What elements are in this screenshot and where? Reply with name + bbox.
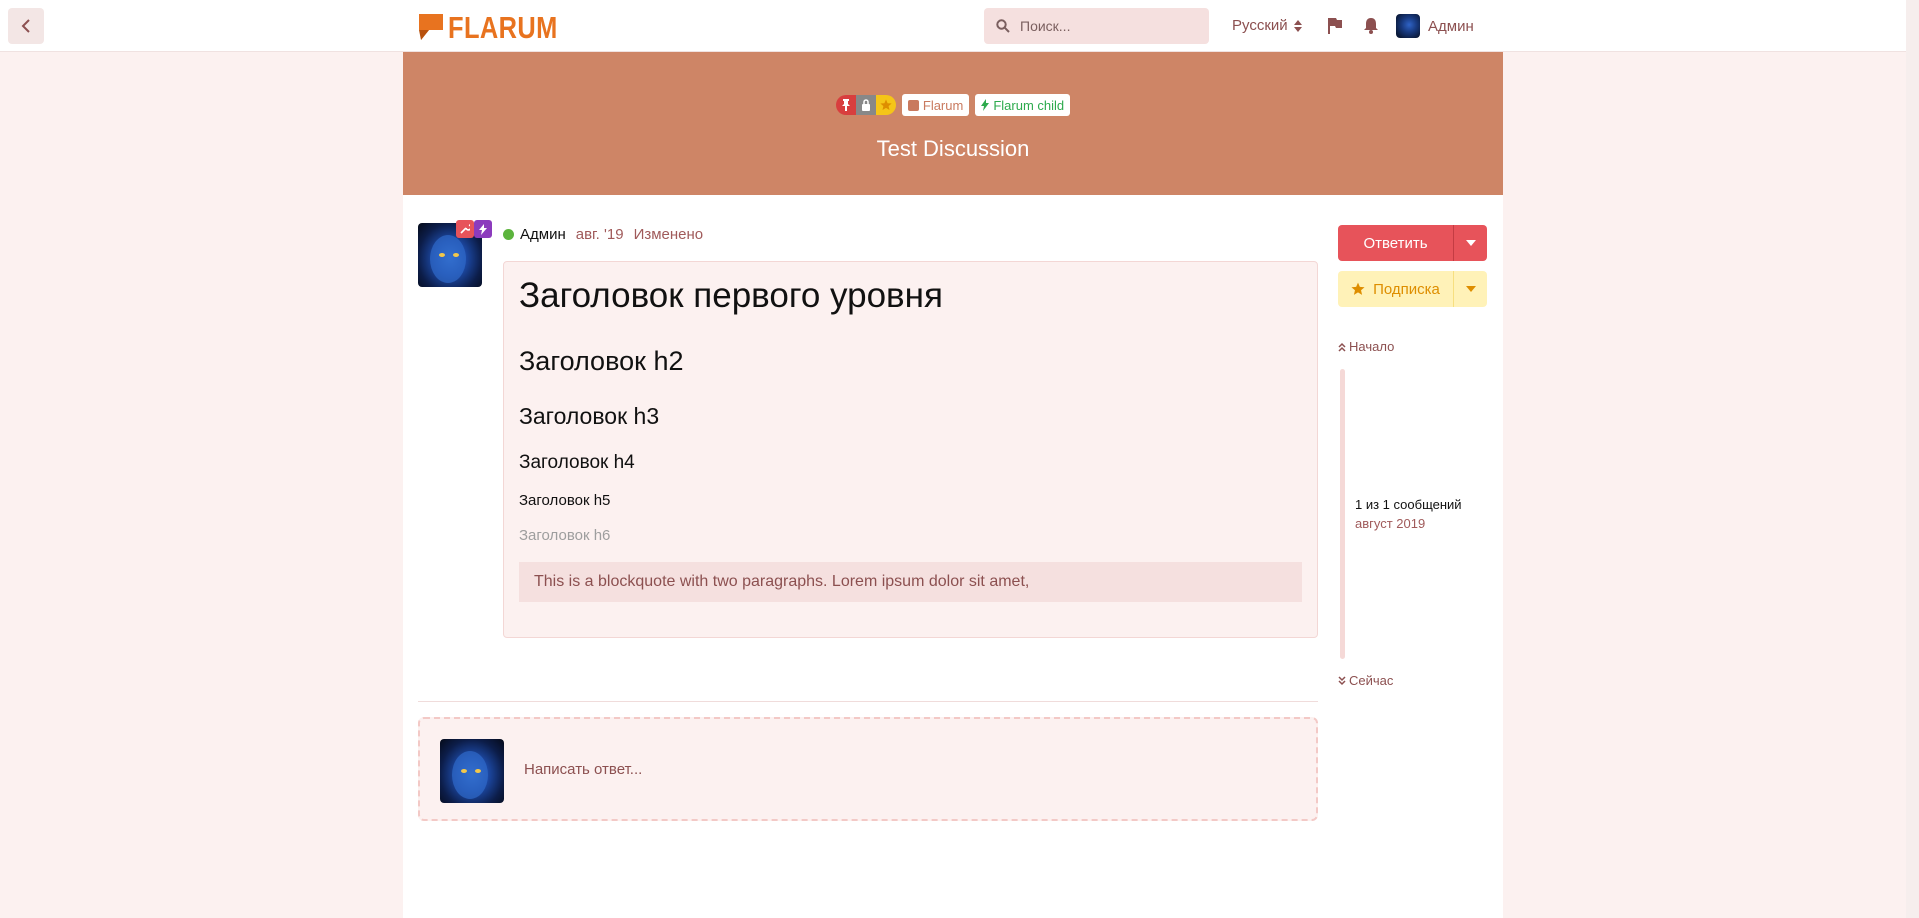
double-chevron-down-icon [1338,675,1346,685]
bolt-icon [474,220,492,238]
user-badges [456,220,492,238]
subscription-dropdown-button[interactable] [1453,271,1487,307]
star-icon [1351,282,1365,295]
scrubber-count: 1 из 1 сообщений [1355,497,1462,512]
heading-h1: Заголовок первого уровня [519,276,943,315]
page-content: Flarum Flarum child Test Discussion Адми… [403,52,1503,918]
bell-icon[interactable] [1363,17,1379,34]
forum-logo[interactable]: FLARUM [418,10,582,46]
discussion-hero: Flarum Flarum child Test Discussion [403,52,1503,195]
subscription-button-group: Подписка [1338,271,1487,307]
heading-h3: Заголовок h3 [519,403,660,429]
avatar [440,739,504,803]
scrollbar[interactable] [1906,0,1919,918]
sort-icon [1293,19,1302,32]
reply-button[interactable]: Ответить [1338,225,1453,261]
scrubber-start-label: Начало [1349,339,1395,354]
reply-placeholder-box[interactable]: Написать ответ... [418,717,1318,821]
blockquote: This is a blockquote with two paragraphs… [519,562,1302,602]
language-selector[interactable]: Русский [1232,17,1302,34]
discussion-tags: Flarum Flarum child [403,94,1503,116]
user-name: Админ [1428,17,1474,35]
bolt-icon [981,99,990,111]
reply-placeholder-text: Написать ответ... [524,761,643,778]
online-indicator [503,229,514,240]
discussion-title: Test Discussion [876,136,1030,161]
subscription-button[interactable]: Подписка [1338,271,1453,307]
caret-down-icon [1465,286,1476,292]
heading-h2: Заголовок h2 [519,346,684,376]
scrubber-track[interactable] [1340,369,1345,659]
scrubber-now-label: Сейчас [1349,673,1394,688]
heading-h6: Заголовок h6 [519,527,611,544]
wrench-icon [456,220,474,238]
lock-icon [855,95,876,115]
scrubber-start-link[interactable]: Начало [1338,339,1394,354]
search-box[interactable] [984,8,1209,44]
logo-text: FLARUM [448,10,558,45]
tag-flarum-child[interactable]: Flarum child [975,94,1071,116]
reply-button-group: Ответить [1338,225,1487,261]
scrubber-now-link[interactable]: Сейчас [1338,673,1393,688]
header-bar: FLARUM Русский Админ [0,0,1906,52]
tag-flarum[interactable]: Flarum [901,94,970,116]
chevron-left-icon [21,19,30,33]
reply-dropdown-button[interactable] [1453,225,1487,261]
search-input[interactable] [1020,18,1190,34]
post-date[interactable]: авг. '19 [576,226,624,243]
scrubber-date: август 2019 [1355,516,1426,531]
avatar-image [452,751,488,799]
post-body: Заголовок первого уровня Заголовок h2 За… [503,261,1318,638]
post-edited[interactable]: Изменено [634,226,704,243]
discussion-badges [835,95,896,115]
divider [418,701,1318,702]
heading-h5: Заголовок h5 [519,492,611,509]
double-chevron-up-icon [1338,342,1346,352]
tag-square-icon [907,99,919,111]
subscription-label: Подписка [1373,280,1440,298]
back-button[interactable] [8,8,44,44]
pinned-icon [835,95,856,115]
flag-icon[interactable] [1327,17,1343,34]
post-author[interactable]: Админ [520,226,566,243]
star-icon [875,95,896,115]
post-meta: Админ авг. '19 Изменено [503,226,703,243]
heading-h4: Заголовок h4 [519,452,635,473]
caret-down-icon [1465,240,1476,246]
user-menu[interactable]: Админ [1396,14,1474,38]
language-label: Русский [1232,17,1288,34]
tag-label: Flarum child [993,97,1065,113]
tag-label: Flarum [922,97,964,113]
flarum-logo-icon [419,14,443,40]
search-icon [996,19,1010,33]
avatar [1396,14,1420,38]
